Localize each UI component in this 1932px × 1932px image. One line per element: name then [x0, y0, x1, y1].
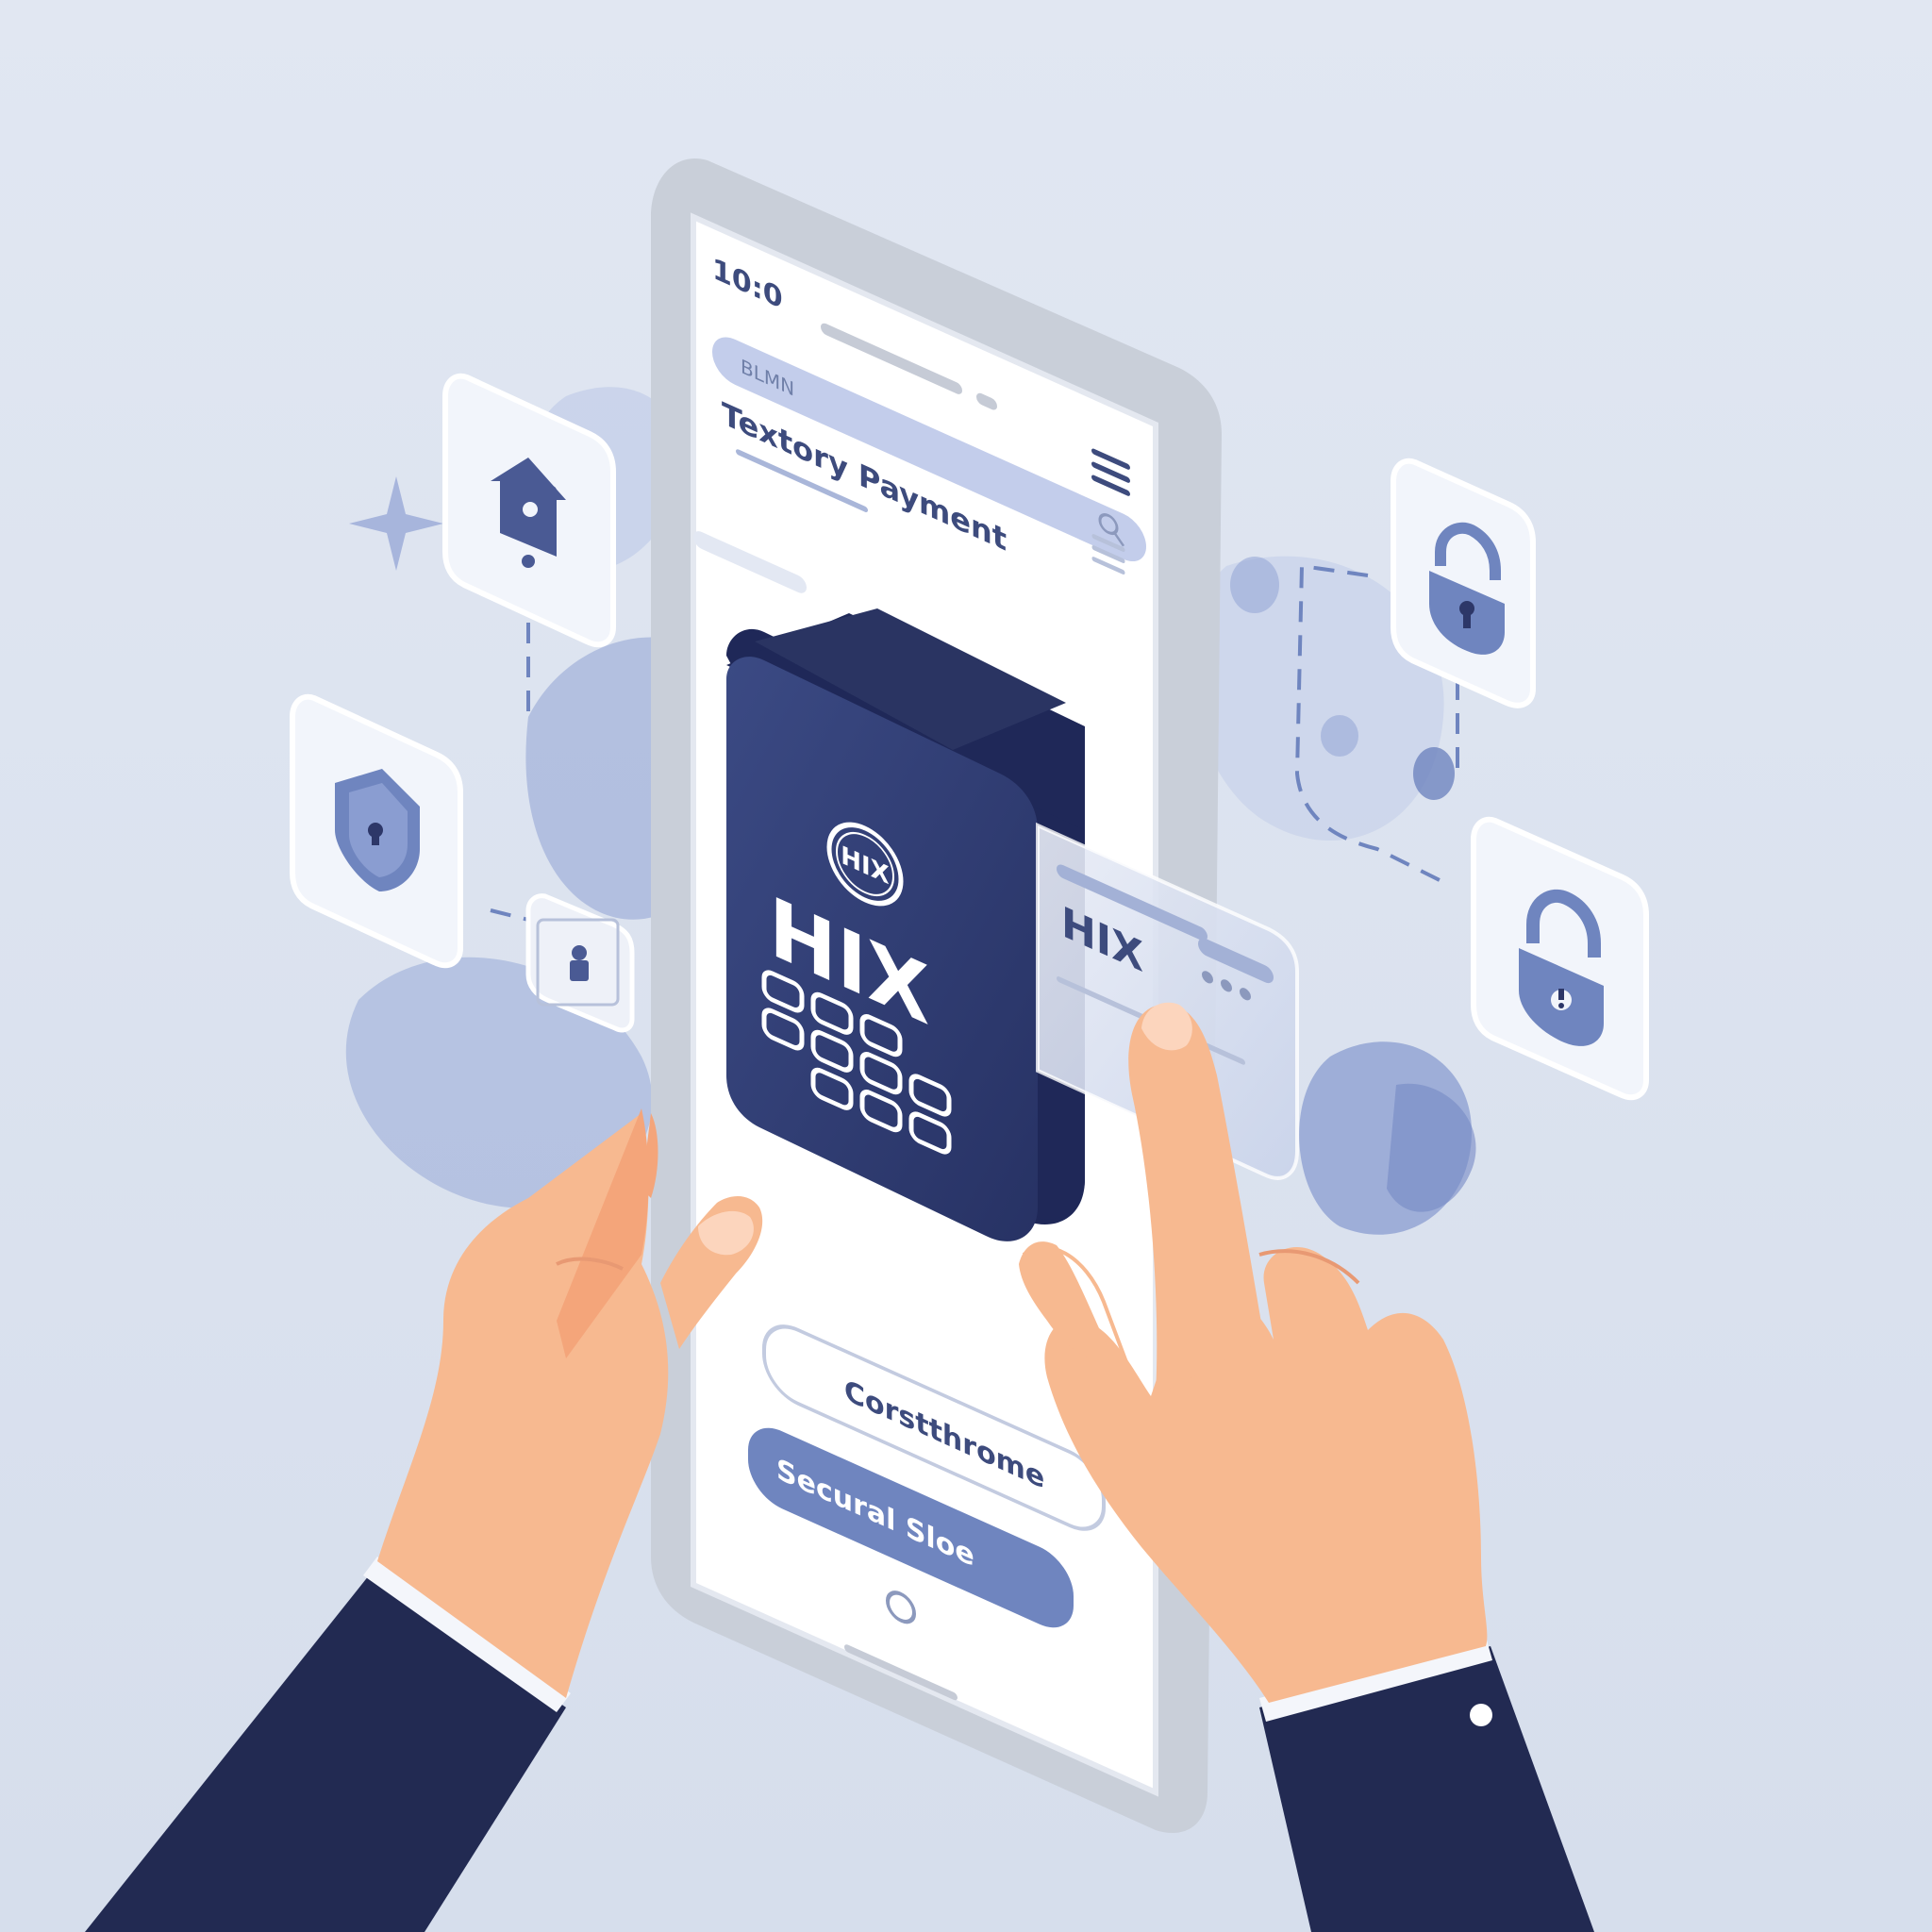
cuff-button	[1470, 1704, 1492, 1726]
payment-illustration: 10:0 BLMN Textory Payment Corstthrome Se…	[0, 0, 1932, 1932]
small-lock-icon	[570, 945, 589, 981]
